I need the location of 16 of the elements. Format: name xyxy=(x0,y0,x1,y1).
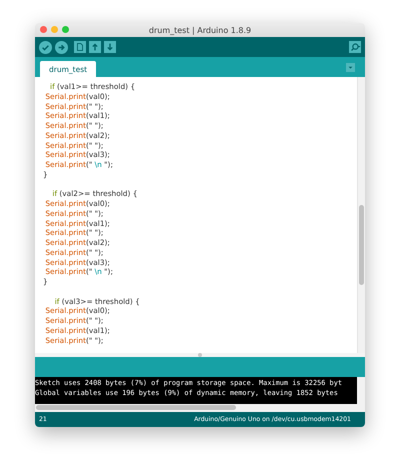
minimize-button[interactable] xyxy=(51,26,58,33)
code-editor[interactable] xyxy=(35,77,365,353)
search-icon[interactable] xyxy=(349,41,361,53)
close-button[interactable] xyxy=(40,26,47,33)
resize-handle[interactable] xyxy=(198,353,202,357)
document-icon[interactable] xyxy=(74,41,86,53)
scrollbar[interactable] xyxy=(357,77,365,353)
arrow-up-icon[interactable] xyxy=(89,41,101,53)
zoom-button[interactable] xyxy=(62,26,69,33)
scrollbar[interactable] xyxy=(357,377,365,404)
window-title: drum_test | Arduino 1.8.9 xyxy=(148,26,252,34)
scrollbar[interactable] xyxy=(35,404,365,412)
dropdown-icon[interactable] xyxy=(346,62,355,72)
arrow-down-icon[interactable] xyxy=(104,41,116,53)
checkmark-icon[interactable] xyxy=(39,40,52,54)
arrow-right-icon[interactable] xyxy=(55,40,68,54)
